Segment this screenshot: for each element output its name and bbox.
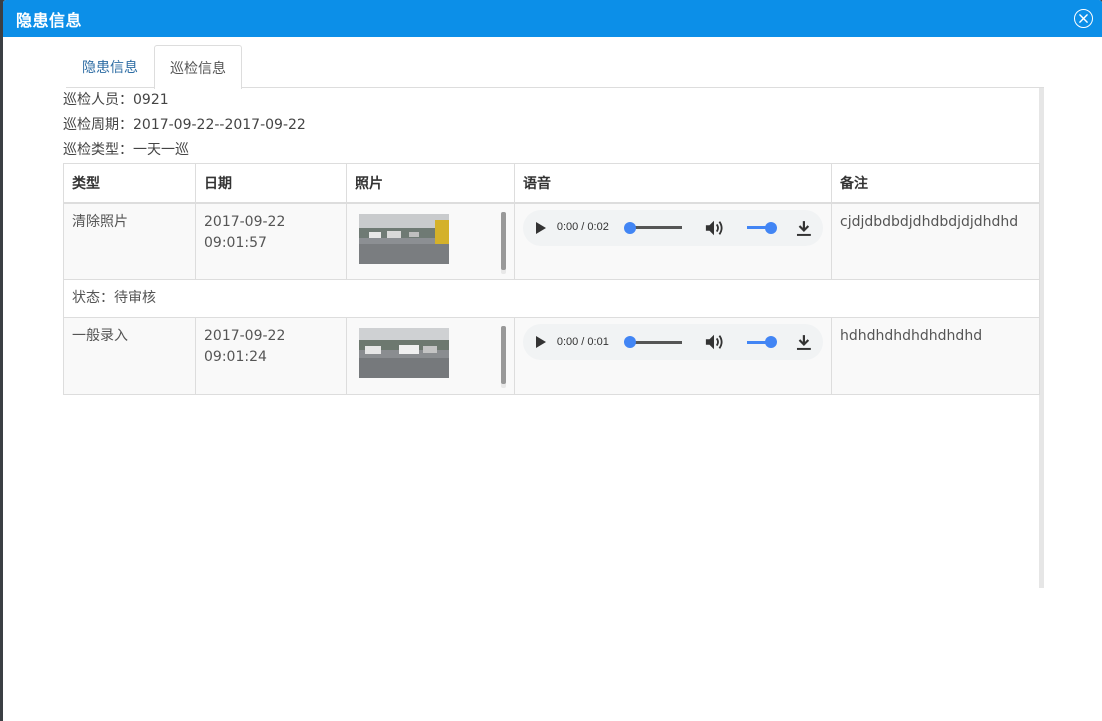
header-type: 类型 (63, 163, 196, 204)
table-header-row: 类型 日期 照片 语音 备注 (63, 163, 1040, 204)
status-row: 状态：待审核 (63, 279, 1040, 318)
header-photo: 照片 (346, 163, 515, 204)
photo-thumbnail[interactable] (359, 213, 449, 264)
time-text: 09:01:57 (204, 234, 267, 251)
play-icon[interactable] (533, 220, 549, 236)
photo-scrollbar[interactable] (501, 211, 506, 274)
cell-photo (346, 202, 515, 280)
audio-progress-slider[interactable] (624, 221, 682, 234)
header-date: 日期 (195, 163, 347, 204)
cell-type: 一般录入 (63, 317, 196, 395)
date-text: 2017-09-22 (204, 328, 286, 344)
tab-inspection-info[interactable]: 巡检信息 (154, 45, 242, 89)
audio-progress-slider[interactable] (624, 336, 682, 348)
period-line: 巡检周期：2017-09-22--2017-09-22 (63, 117, 306, 133)
inspection-pane: 巡检人员：0921 巡检周期：2017-09-22--2017-09-22 巡检… (63, 88, 1040, 588)
cell-date: 2017-09-22 09:01:24 (195, 317, 347, 395)
tab-bar: 隐患信息 巡检信息 (66, 45, 242, 89)
tab-hazard-info[interactable]: 隐患信息 (66, 45, 154, 88)
cell-audio: 0:00 / 0:02 (514, 202, 832, 280)
photo-thumbnail[interactable] (359, 328, 449, 378)
status-text: 状态：待审核 (63, 279, 1040, 318)
cell-type: 清除照片 (63, 202, 196, 280)
table-row: 清除照片 2017-09-22 09:01:57 0:00 / 0:02 cjd… (63, 202, 1040, 280)
cell-audio: 0:00 / 0:01 (514, 317, 832, 395)
speaker-icon[interactable] (704, 219, 726, 237)
cell-photo (346, 317, 515, 395)
time-text: 09:01:24 (204, 349, 267, 365)
cell-note: cjdjdbdbdjdhdbdjdjdhdhd (831, 202, 1040, 280)
header-audio: 语音 (514, 163, 832, 204)
speaker-icon[interactable] (704, 333, 726, 351)
cell-note: hdhdhdhdhdhdhdhd (831, 317, 1040, 395)
table-row: 一般录入 2017-09-22 09:01:24 0:00 / 0:01 hdh… (63, 317, 1040, 395)
audio-time: 0:00 / 0:02 (556, 221, 609, 233)
close-icon[interactable] (1074, 9, 1093, 28)
volume-slider[interactable] (747, 221, 778, 234)
photo-scrollbar[interactable] (501, 326, 506, 388)
play-icon[interactable] (533, 334, 549, 350)
inspector-line: 巡检人员：0921 (63, 92, 169, 108)
download-icon[interactable] (795, 219, 813, 237)
cell-date: 2017-09-22 09:01:57 (195, 202, 347, 280)
date-text: 2017-09-22 (204, 213, 286, 230)
dialog-title: 隐患信息 (16, 10, 83, 30)
audio-time: 0:00 / 0:01 (556, 335, 609, 348)
audio-player: 0:00 / 0:02 (523, 209, 823, 246)
volume-slider[interactable] (747, 336, 778, 348)
dialog-titlebar: 隐患信息 (3, 0, 1102, 37)
download-icon[interactable] (795, 333, 813, 351)
inspection-summary: 巡检人员：0921 巡检周期：2017-09-22--2017-09-22 巡检… (63, 88, 1039, 163)
inspection-table: 类型 日期 照片 语音 备注 清除照片 2017-09-22 09:01:57 (63, 163, 1040, 395)
header-note: 备注 (831, 163, 1040, 204)
audio-player: 0:00 / 0:01 (523, 324, 823, 360)
type-line: 巡检类型：一天一巡 (63, 142, 189, 158)
